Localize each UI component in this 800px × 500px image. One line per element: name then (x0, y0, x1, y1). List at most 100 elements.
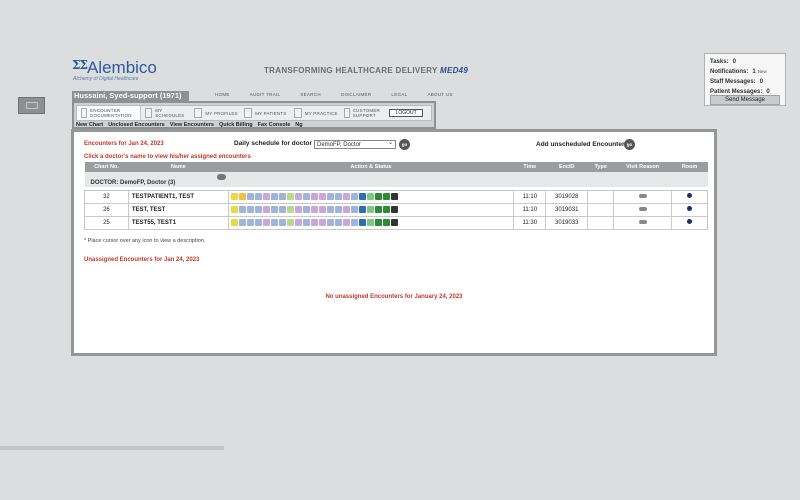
action-status-icon[interactable] (366, 206, 374, 213)
action-status-icon[interactable] (230, 219, 238, 226)
logout-button[interactable]: LOGOUT (389, 109, 424, 117)
action-status-icon[interactable] (294, 219, 302, 226)
doctor-select[interactable]: DemoFP, Doctor (314, 139, 396, 149)
top-nav-disclaimer[interactable]: DISCLAIMER (331, 92, 382, 97)
top-nav-audit-trail[interactable]: AUDIT TRAIL (240, 92, 291, 97)
action-status-icon[interactable] (302, 206, 310, 213)
action-status-icon[interactable] (278, 219, 286, 226)
action-status-icon[interactable] (286, 206, 294, 213)
horizontal-scrollbar[interactable] (0, 446, 224, 450)
action-status-icon[interactable] (350, 193, 358, 200)
patient-name[interactable]: TEST55, TEST1 (127, 215, 229, 230)
group-icon[interactable] (217, 173, 227, 180)
action-status-icon[interactable] (246, 193, 254, 200)
action-status-icon[interactable] (326, 219, 334, 226)
top-nav-legal[interactable]: LEGAL (381, 92, 417, 97)
nav-encounter-documentation[interactable]: ENCOUNTER DOCUMENTATION (77, 106, 141, 120)
action-status-icon[interactable] (262, 206, 270, 213)
action-status-icon[interactable] (366, 193, 374, 200)
action-status-icon[interactable] (246, 206, 254, 213)
action-status-icon[interactable] (294, 193, 302, 200)
staff-messages-count[interactable]: Staff Messages: 0 (710, 77, 780, 87)
action-status-icon[interactable] (254, 219, 262, 226)
patient-name[interactable]: TEST, TEST (127, 202, 229, 217)
action-status-icon[interactable] (374, 206, 382, 213)
menu-quick-billing[interactable]: Quick Billing (219, 122, 253, 128)
nav-my-patients[interactable]: MY PATIENTS (240, 106, 290, 120)
action-status-icon[interactable] (350, 206, 358, 213)
action-status-icon[interactable] (270, 219, 278, 226)
action-status-icon[interactable] (246, 219, 254, 226)
menu-fax-console[interactable]: Fax Console (258, 122, 291, 128)
menu-view-encounters[interactable]: View Encounters (170, 122, 214, 128)
table-row[interactable]: 32 TESTPATIENT1, TEST 11:10 3019028 (84, 189, 708, 204)
room-icon[interactable] (687, 206, 692, 211)
action-status-icon[interactable] (334, 206, 342, 213)
action-status-icon[interactable] (390, 219, 398, 226)
action-status-icon[interactable] (382, 206, 390, 213)
action-status-icon[interactable] (294, 206, 302, 213)
side-panel-toggle[interactable] (18, 97, 45, 114)
go-button[interactable]: go (399, 139, 410, 150)
action-status-icon[interactable] (262, 193, 270, 200)
action-status-icon[interactable] (342, 206, 350, 213)
action-status-icon[interactable] (238, 206, 246, 213)
action-status-icon[interactable] (318, 219, 326, 226)
action-status-icon[interactable] (238, 193, 246, 200)
action-status-icon[interactable] (230, 206, 238, 213)
menu-ng[interactable]: Ng (295, 122, 302, 128)
room-icon[interactable] (687, 219, 692, 224)
action-status-icon[interactable] (278, 206, 286, 213)
action-status-icon[interactable] (342, 193, 350, 200)
action-status-icon[interactable] (374, 219, 382, 226)
nav-my-profiles[interactable]: MY PROFILES (190, 106, 240, 120)
action-status-icon[interactable] (326, 206, 334, 213)
notifications-count[interactable]: Notifications: 1 New (710, 67, 780, 77)
action-status-icon[interactable] (382, 219, 390, 226)
action-status-icon[interactable] (302, 193, 310, 200)
action-status-icon[interactable] (366, 219, 374, 226)
room-icon[interactable] (687, 193, 692, 198)
action-status-icon[interactable] (254, 206, 262, 213)
action-status-icon[interactable] (310, 206, 318, 213)
top-nav-about-us[interactable]: ABOUT US (417, 92, 462, 97)
action-status-icon[interactable] (390, 193, 398, 200)
tasks-count[interactable]: Tasks: 0 (710, 57, 780, 67)
menu-new-chart[interactable]: New Chart (76, 122, 103, 128)
action-status-icon[interactable] (262, 219, 270, 226)
action-status-icon[interactable] (358, 206, 366, 213)
action-status-icon[interactable] (358, 219, 366, 226)
top-nav-home[interactable]: HOME (205, 92, 240, 97)
action-status-icon[interactable] (318, 193, 326, 200)
action-status-icon[interactable] (310, 219, 318, 226)
action-status-icon[interactable] (318, 206, 326, 213)
nav-my-schedules[interactable]: MY SCHEDULES (141, 106, 191, 120)
action-status-icon[interactable] (350, 219, 358, 226)
action-status-icon[interactable] (286, 219, 294, 226)
action-status-icon[interactable] (390, 206, 398, 213)
visit-reason-icon[interactable] (638, 206, 647, 211)
nav-my-practice[interactable]: MY PRACTICE (290, 106, 340, 120)
visit-reason-icon[interactable] (638, 193, 647, 198)
doctor-group-row[interactable]: DOCTOR: DemoFP, Doctor (3) (84, 172, 708, 187)
menu-unclosed-encounters[interactable]: Unclosed Encounters (108, 122, 165, 128)
action-status-icon[interactable] (382, 193, 390, 200)
action-status-icon[interactable] (230, 193, 238, 200)
action-status-icon[interactable] (334, 193, 342, 200)
action-status-icon[interactable] (342, 219, 350, 226)
add-unscheduled-go-button[interactable]: go (624, 139, 635, 150)
action-status-icon[interactable] (358, 193, 366, 200)
action-status-icon[interactable] (334, 219, 342, 226)
patient-name[interactable]: TESTPATIENT1, TEST (127, 189, 229, 204)
visit-reason-icon[interactable] (638, 219, 647, 224)
action-status-icon[interactable] (270, 193, 278, 200)
action-status-icon[interactable] (302, 219, 310, 226)
action-status-icon[interactable] (278, 193, 286, 200)
top-nav-search[interactable]: SEARCH (290, 92, 331, 97)
action-status-icon[interactable] (270, 206, 278, 213)
table-row[interactable]: 25 TEST55, TEST1 11:30 3019033 (84, 215, 708, 230)
action-status-icon[interactable] (326, 193, 334, 200)
action-status-icon[interactable] (238, 219, 246, 226)
send-message-button[interactable]: Send Message (710, 95, 780, 105)
action-status-icon[interactable] (374, 193, 382, 200)
